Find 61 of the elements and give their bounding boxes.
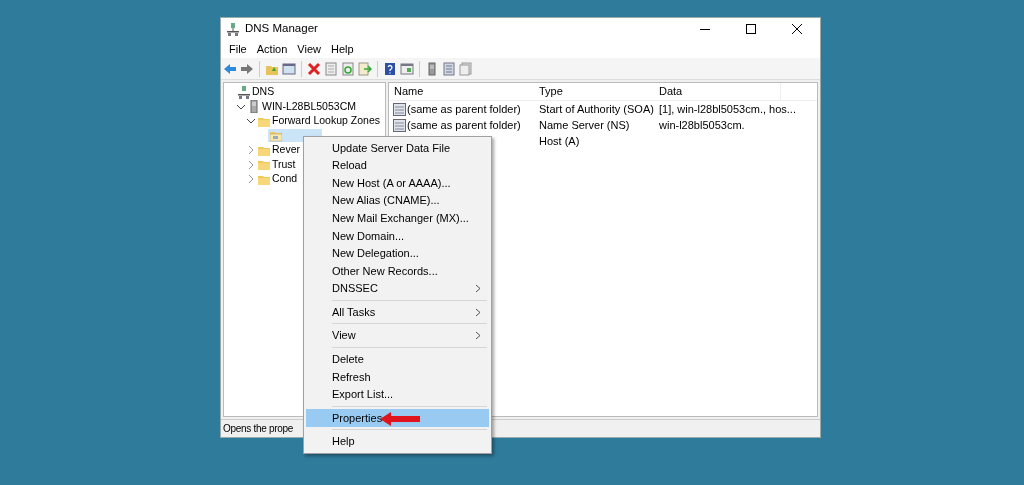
table-cell: Start of Authority (SOA) [539, 102, 654, 115]
table-cell: Name Server (NS) [539, 118, 630, 131]
table-cell-text: (same as parent folder) [406, 101, 521, 117]
menu-item[interactable]: Other New Records... [306, 262, 489, 280]
server-tree-icon [227, 22, 239, 36]
column-header[interactable]: Type [534, 83, 654, 100]
status-text: Opens the prope [223, 422, 293, 436]
server-icon [248, 100, 260, 114]
dns-server-icon [238, 85, 250, 99]
column-header[interactable]: Data [654, 83, 781, 100]
menu-item[interactable]: New Alias (CNAME)... [306, 191, 489, 210]
back-arrow-icon[interactable] [223, 61, 237, 76]
window-pane-icon[interactable] [400, 61, 414, 76]
menu-item[interactable]: New Delegation... [306, 244, 489, 263]
menu-item[interactable]: Properties [306, 409, 489, 427]
refresh-icon[interactable] [341, 61, 355, 76]
menu-item[interactable]: Delete [306, 350, 489, 369]
help-icon[interactable] [383, 61, 397, 76]
tree-item[interactable]: Forward Lookup Zones [272, 113, 380, 130]
menu-item[interactable]: Help [306, 432, 489, 451]
table-cell-text: (same as parent folder) [406, 117, 521, 133]
menu-item[interactable]: Action [251, 40, 293, 58]
menu-item[interactable]: Reload [306, 156, 489, 175]
menu-item[interactable]: New Domain... [306, 226, 489, 245]
menu-item[interactable]: Update Server Data File [306, 139, 489, 157]
folder-icon [258, 158, 270, 172]
table-cell: Host (A) [539, 134, 580, 147]
console-tree-icon[interactable] [282, 61, 296, 76]
menu-item[interactable]: New Mail Exchanger (MX)... [306, 209, 489, 227]
expand-chevron-icon[interactable] [246, 159, 256, 170]
menu-item[interactable]: View [292, 40, 326, 58]
forward-arrow-icon[interactable] [240, 61, 254, 76]
server-icon[interactable] [425, 61, 439, 76]
delete-x-icon[interactable] [307, 61, 321, 76]
record-icon [393, 102, 406, 116]
menu-item[interactable]: Help [325, 40, 359, 58]
tree-item[interactable]: WIN-L28BL5053CM [262, 98, 356, 115]
maximize-icon[interactable] [746, 24, 756, 34]
tree-item[interactable]: Rever [272, 142, 300, 159]
menu-item[interactable]: View [306, 326, 489, 345]
menu-item[interactable]: Export List... [306, 385, 489, 404]
menu-item[interactable]: File [224, 40, 252, 58]
menu-item[interactable]: All Tasks [306, 303, 489, 321]
window-title: DNS Manager [245, 21, 318, 37]
record-icon [393, 118, 406, 132]
tree-item[interactable]: Trust [272, 156, 296, 173]
menu-item[interactable]: New Host (A or AAAA)... [306, 174, 489, 192]
list-icon[interactable] [442, 61, 456, 76]
export-icon[interactable] [358, 61, 372, 76]
document-stack-icon[interactable] [459, 61, 473, 76]
column-header[interactable]: Name [389, 83, 534, 100]
close-icon[interactable] [792, 24, 802, 34]
tree-item[interactable]: Cond [272, 171, 298, 188]
menu-item[interactable]: Refresh [306, 368, 489, 386]
table-cell: win-l28bl5053cm. [659, 118, 745, 131]
tree-item[interactable]: DNS [252, 84, 275, 101]
expand-chevron-icon[interactable] [246, 174, 256, 185]
menu-item[interactable]: DNSSEC [306, 279, 489, 298]
expand-chevron-icon[interactable] [246, 145, 256, 156]
zone-folder-icon [270, 129, 282, 143]
table-cell: [1], win-l28bl5053cm., hos... [659, 102, 796, 115]
